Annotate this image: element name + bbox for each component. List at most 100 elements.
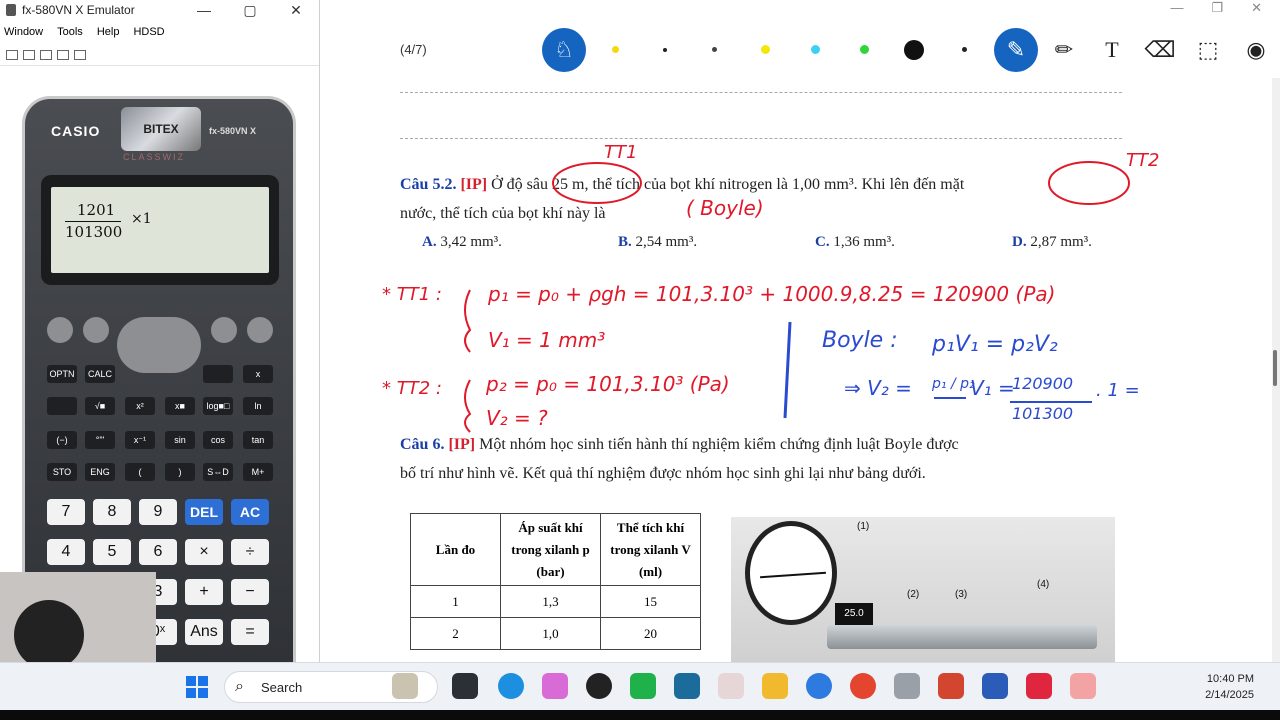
ln-key[interactable]: ln: [243, 397, 273, 415]
widgets-icon[interactable]: [392, 673, 418, 699]
menu-key[interactable]: [211, 317, 237, 343]
integral-key[interactable]: [47, 397, 77, 415]
open-paren-key[interactable]: (: [125, 463, 155, 481]
bottom-strip: [0, 710, 1280, 720]
header-volume: Thể tích khí trong xilanh V (ml): [600, 513, 701, 586]
app-icon-blue[interactable]: [674, 673, 700, 699]
photo-label-4: (4): [1037, 579, 1050, 590]
tan-key[interactable]: tan: [243, 431, 273, 449]
equals-key[interactable]: =: [231, 619, 269, 645]
minimize-icon[interactable]: —: [181, 2, 227, 18]
toolbar-icon-3[interactable]: [40, 49, 52, 60]
mplus-key[interactable]: M+: [243, 463, 273, 481]
inverse-key[interactable]: x⁻¹: [125, 431, 155, 449]
app-icon-light[interactable]: [718, 673, 744, 699]
toolbar-icon-1[interactable]: [6, 49, 18, 60]
x-key[interactable]: x: [243, 365, 273, 383]
cos-key[interactable]: cos: [203, 431, 233, 449]
clock-date: 2/14/2025: [1205, 689, 1254, 701]
gauge-needle: [760, 571, 826, 579]
toolbar-icon-4[interactable]: [57, 49, 69, 60]
document-viewer: — ❐ ✕ (4/7) ♘ ✎ ✏ T ⌫ ⬚ ◉ Câu 5.2. [IP] …: [320, 0, 1280, 662]
solve-denominator: 101300: [1012, 404, 1074, 423]
table-cell: 1,0: [500, 617, 601, 650]
emulator-window: fx-580VN X Emulator — ▢ ✕ Window Tools H…: [0, 0, 320, 662]
divide-key[interactable]: ÷: [231, 539, 269, 565]
negative-key[interactable]: (−): [47, 431, 77, 449]
key-8[interactable]: 8: [93, 499, 131, 525]
shift-key[interactable]: [47, 317, 73, 343]
sd-key[interactable]: S⇔D: [203, 463, 233, 481]
header-pressure: Áp suất khí trong xilanh p (bar): [500, 513, 601, 586]
question-6-tag: [IP]: [448, 436, 476, 453]
del-key[interactable]: DEL: [185, 499, 223, 525]
emulator-titlebar: fx-580VN X Emulator — ▢ ✕: [0, 0, 319, 20]
alpha-key[interactable]: [83, 317, 109, 343]
webcam-overlay: [0, 572, 156, 664]
ans-key[interactable]: Ans: [185, 619, 223, 645]
app-icon-pink[interactable]: [1070, 673, 1096, 699]
close-icon[interactable]: ✕: [273, 2, 319, 19]
file-explorer-icon[interactable]: [762, 673, 788, 699]
messenger-icon[interactable]: [806, 673, 832, 699]
calc-key[interactable]: CALC: [85, 365, 115, 383]
key-9[interactable]: 9: [139, 499, 177, 525]
solve-numerator: 120900: [1012, 374, 1074, 393]
chrome-icon[interactable]: [850, 673, 876, 699]
tt2-mark: TT2: [1126, 150, 1160, 171]
key-4[interactable]: 4: [47, 539, 85, 565]
optn-key[interactable]: OPTN: [47, 365, 77, 383]
menu-window[interactable]: Window: [4, 26, 43, 38]
key-5[interactable]: 5: [93, 539, 131, 565]
windows-start-icon[interactable]: [186, 676, 208, 698]
on-key[interactable]: [247, 317, 273, 343]
copilot-icon[interactable]: [542, 673, 568, 699]
syringe-cylinder: [827, 625, 1097, 649]
tt1-equation-1: p₁ = p₀ + ρgh = 101,3.10³ + 1000.9,8.25 …: [488, 282, 1056, 306]
power-key[interactable]: x■: [165, 397, 195, 415]
square-key[interactable]: x²: [125, 397, 155, 415]
direction-pad[interactable]: [117, 317, 201, 373]
maximize-icon[interactable]: ▢: [227, 2, 273, 19]
plus-key[interactable]: +: [185, 579, 223, 605]
task-view-icon[interactable]: [452, 673, 478, 699]
key-7[interactable]: 7: [47, 499, 85, 525]
app-icon-dark[interactable]: [586, 673, 612, 699]
sqrt-key[interactable]: √■: [85, 397, 115, 415]
toolbar-icon-2[interactable]: [23, 49, 35, 60]
menu-hdsd[interactable]: HDSD: [133, 26, 164, 38]
pressure-gauge: [745, 521, 837, 625]
scrollbar-thumb[interactable]: [1273, 350, 1277, 386]
toolbar-icon-5[interactable]: [74, 49, 86, 60]
sto-key[interactable]: STO: [47, 463, 77, 481]
question-6-text1: Một nhóm học sinh tiến hành thí nghiệm k…: [479, 436, 959, 453]
powerpoint-icon[interactable]: [938, 673, 964, 699]
menu-tools[interactable]: Tools: [57, 26, 83, 38]
tiktok-icon[interactable]: [1026, 673, 1052, 699]
eng-key[interactable]: ENG: [85, 463, 115, 481]
solve-v1: V₁ =: [970, 376, 1015, 400]
emulator-taskbar-icon[interactable]: [894, 673, 920, 699]
app-icon-green[interactable]: [630, 673, 656, 699]
close-paren-key[interactable]: ): [165, 463, 195, 481]
sin-key[interactable]: sin: [165, 431, 195, 449]
system-clock[interactable]: 10:40 PM 2/14/2025: [1205, 671, 1254, 703]
tt2-label: * TT2 :: [382, 378, 442, 399]
experiment-photo: 25.0 (1) (2) (3) (4): [731, 517, 1115, 662]
photo-label-1: (1): [857, 521, 870, 532]
log-key[interactable]: log■□: [203, 397, 233, 415]
digital-display: 25.0: [835, 603, 873, 625]
menu-help[interactable]: Help: [97, 26, 120, 38]
display-numerator: 1201: [77, 201, 116, 219]
question-6-line1: Câu 6. [IP] Một nhóm học sinh tiến hành …: [400, 436, 959, 454]
degree-key[interactable]: °'": [85, 431, 115, 449]
fraction-key[interactable]: [203, 365, 233, 383]
minus-key[interactable]: −: [231, 579, 269, 605]
key-6[interactable]: 6: [139, 539, 177, 565]
emulator-menubar: Window Tools Help HDSD: [0, 20, 319, 44]
edge-icon[interactable]: [498, 673, 524, 699]
multiply-key[interactable]: ×: [185, 539, 223, 565]
ac-key[interactable]: AC: [231, 499, 269, 525]
vertical-scrollbar[interactable]: [1272, 78, 1280, 662]
word-icon[interactable]: [982, 673, 1008, 699]
